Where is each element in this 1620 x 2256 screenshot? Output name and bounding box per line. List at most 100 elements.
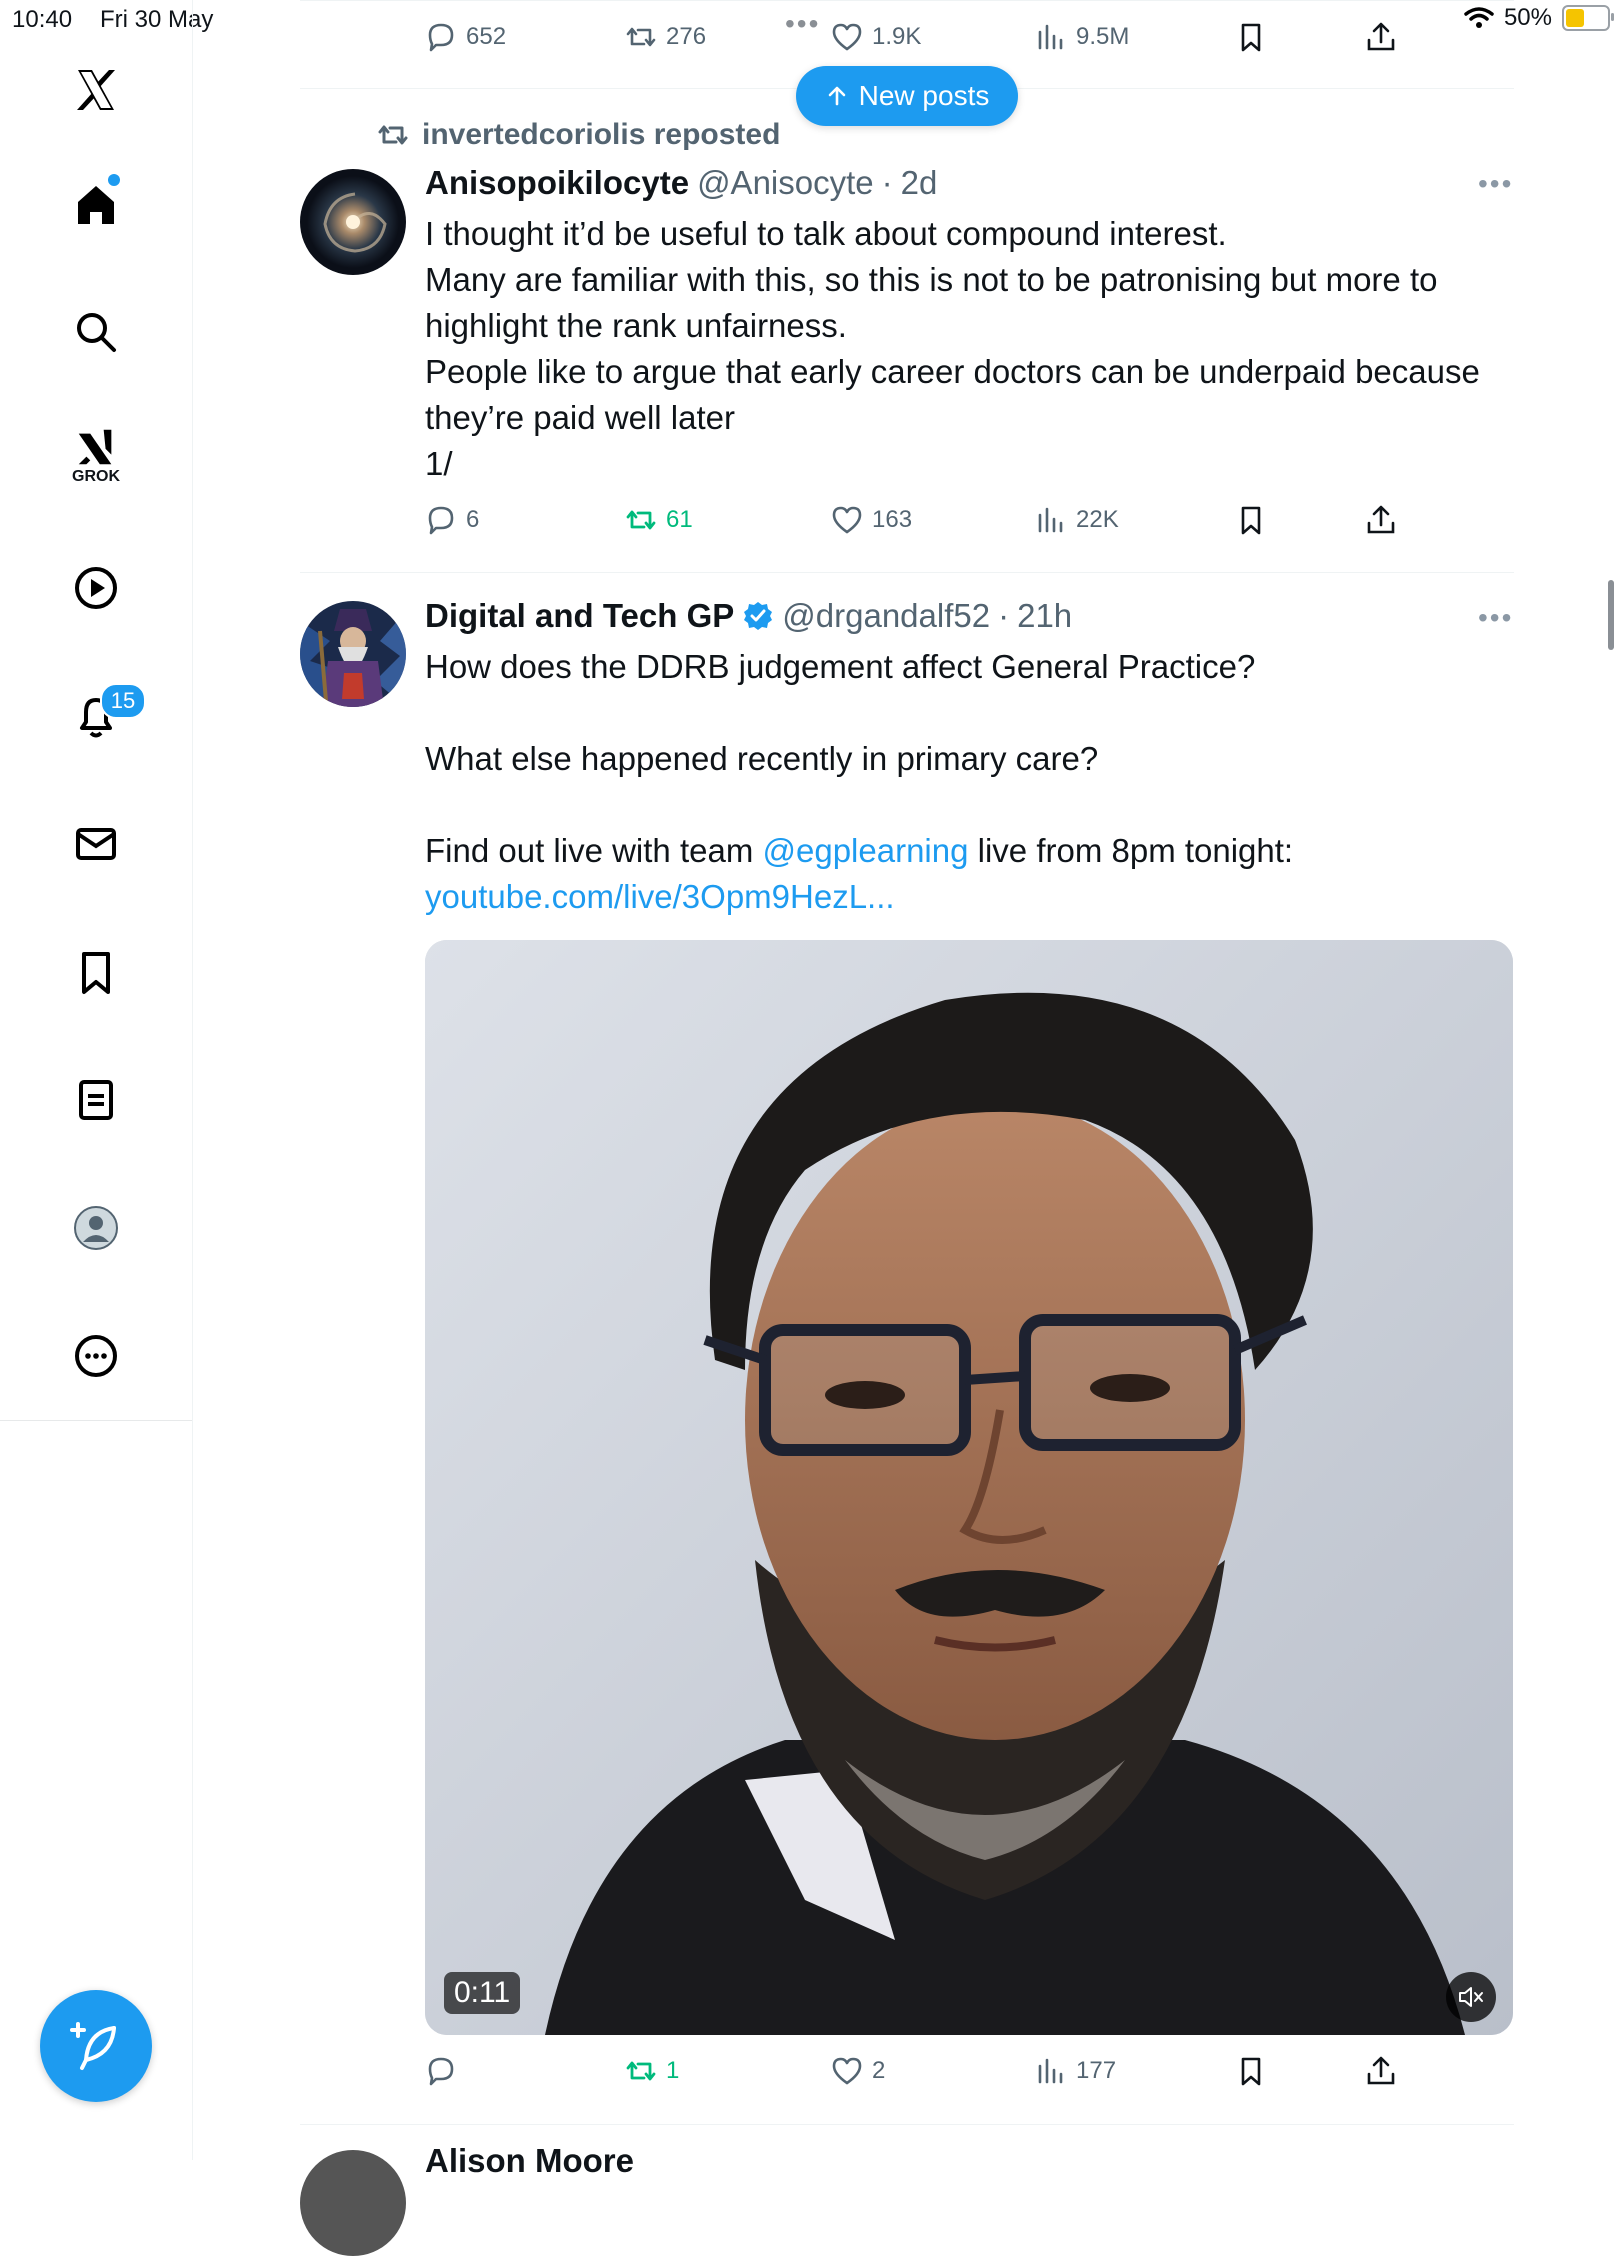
repost-action[interactable]: 1	[624, 2054, 679, 2088]
compose-post-button[interactable]	[40, 1990, 152, 2102]
muted-speaker-icon	[1459, 1987, 1483, 2007]
views-count: 177	[1076, 2057, 1117, 2084]
views-action[interactable]: 177	[1034, 2054, 1116, 2088]
views-count: 22K	[1076, 506, 1119, 533]
reply-icon	[428, 2057, 454, 2086]
mute-toggle-button[interactable]	[1446, 1972, 1496, 2022]
post-text-line: 1/	[425, 445, 453, 482]
views-chart-icon	[1038, 507, 1063, 533]
repost-count: 1	[666, 2057, 680, 2084]
bookmarks-icon[interactable]	[68, 944, 124, 1000]
sidebar-divider	[0, 1420, 192, 1421]
like-heart-icon	[832, 23, 862, 51]
repost-action[interactable]: 61	[624, 503, 693, 537]
video-play-icon[interactable]	[68, 560, 124, 616]
home-unread-dot	[108, 174, 120, 186]
reply-action[interactable]: 652	[424, 20, 506, 54]
top-post-actions: 652 276 1.9K 9.5M	[424, 20, 1424, 60]
feed-divider	[300, 2124, 1514, 2125]
text-segment: live from 8pm tonight:	[968, 832, 1294, 869]
post-time[interactable]: 2d	[901, 164, 938, 202]
reply-count: 6	[466, 506, 480, 533]
messages-envelope-icon[interactable]	[68, 816, 124, 872]
more-options-icon[interactable]	[68, 1328, 124, 1384]
repost-icon	[378, 125, 408, 145]
post-text-line: What else happened recently in primary c…	[425, 740, 1099, 777]
reply-icon	[428, 23, 454, 52]
post-text-line: How does the DDRB judgement affect Gener…	[425, 648, 1256, 685]
views-chart-icon	[1038, 24, 1063, 50]
repost-count: 276	[666, 23, 707, 50]
bookmark-action[interactable]	[1234, 20, 1268, 54]
author-name[interactable]: Digital and Tech GP	[425, 597, 734, 635]
video-frame-person	[425, 940, 1513, 2035]
author-handle[interactable]: @drgandalf52	[782, 597, 990, 635]
bookmark-icon	[1241, 506, 1261, 535]
reply-action[interactable]: 6	[424, 503, 479, 537]
author-name[interactable]: Anisopoikilocyte	[425, 164, 689, 202]
feed-divider	[300, 572, 1514, 573]
bookmark-action[interactable]	[1234, 503, 1268, 537]
author-name[interactable]: Alison Moore	[425, 2142, 634, 2180]
post-text-line: Find out live with team @egplearning liv…	[425, 828, 1515, 874]
repost-icon	[626, 2061, 656, 2081]
external-link[interactable]: youtube.com/live/3Opm9HezL...	[425, 874, 1515, 920]
profile-avatar-icon[interactable]	[68, 1200, 124, 1256]
repost-icon	[626, 27, 656, 47]
share-action[interactable]	[1364, 2054, 1398, 2088]
grok-label: GROK	[72, 468, 120, 485]
post-body[interactable]: How does the DDRB judgement affect Gener…	[425, 644, 1515, 920]
share-upload-icon	[1367, 2056, 1395, 2085]
share-action[interactable]	[1364, 20, 1398, 54]
reply-action[interactable]	[424, 2054, 466, 2088]
share-upload-icon	[1367, 505, 1395, 534]
like-count: 163	[872, 506, 913, 533]
avatar[interactable]	[300, 2150, 406, 2256]
repost-context[interactable]: invertedcoriolis reposted	[376, 118, 780, 152]
battery-percent: 50%	[1503, 4, 1552, 31]
author-handle[interactable]: @Anisocyte	[697, 164, 874, 202]
post-more-icon[interactable]: •••	[1478, 602, 1513, 634]
post-text-line: Many are familiar with this, so this is …	[425, 261, 1438, 298]
post-time[interactable]: 21h	[1017, 597, 1072, 635]
post-header: Anisopoikilocyte @Anisocyte · 2d	[425, 164, 937, 202]
like-action[interactable]: 1.9K	[830, 20, 921, 54]
like-action[interactable]: 163	[830, 503, 912, 537]
battery-icon	[1562, 5, 1614, 31]
post-actions: 1 2 177	[424, 2054, 1424, 2094]
share-action[interactable]	[1364, 503, 1398, 537]
repost-count: 61	[666, 506, 693, 533]
grok-icon[interactable]: GROK	[68, 424, 124, 500]
wifi-icon	[1464, 7, 1494, 28]
arrow-up-icon	[828, 86, 845, 106]
video-duration: 0:11	[444, 1972, 521, 2014]
post-text-line: I thought it’d be useful to talk about c…	[425, 215, 1227, 252]
like-count: 2	[872, 2057, 886, 2084]
post-more-icon[interactable]: •••	[1478, 168, 1513, 200]
separator-dot: ·	[881, 164, 893, 201]
views-count: 9.5M	[1076, 23, 1130, 50]
scrollbar-thumb[interactable]	[1608, 580, 1614, 650]
bookmark-action[interactable]	[1234, 2054, 1268, 2088]
status-right: 50%	[1464, 4, 1614, 32]
video-player[interactable]	[425, 940, 1513, 2035]
views-action[interactable]: 22K	[1034, 503, 1119, 537]
like-action[interactable]: 2	[830, 2054, 885, 2088]
post-text-line: People like to argue that early career d…	[425, 353, 1480, 390]
x-logo-icon[interactable]	[68, 62, 124, 118]
new-posts-button[interactable]: New posts	[796, 66, 1018, 126]
post-text-line: highlight the rank unfairness.	[425, 307, 847, 344]
avatar[interactable]	[300, 169, 406, 275]
views-action[interactable]: 9.5M	[1034, 20, 1129, 54]
lists-icon[interactable]	[68, 1072, 124, 1128]
compose-quill-icon	[70, 2022, 116, 2070]
bookmark-icon	[1241, 2057, 1261, 2086]
post-actions: 6 61 163 22K	[424, 503, 1424, 543]
repost-action[interactable]: 276	[624, 20, 706, 54]
search-icon[interactable]	[68, 304, 124, 360]
separator-dot: ·	[998, 597, 1010, 634]
post-body[interactable]: I thought it’d be useful to talk about c…	[425, 211, 1515, 487]
mention-link[interactable]: @egplearning	[762, 832, 968, 869]
share-upload-icon	[1367, 22, 1395, 51]
avatar[interactable]	[300, 601, 406, 707]
